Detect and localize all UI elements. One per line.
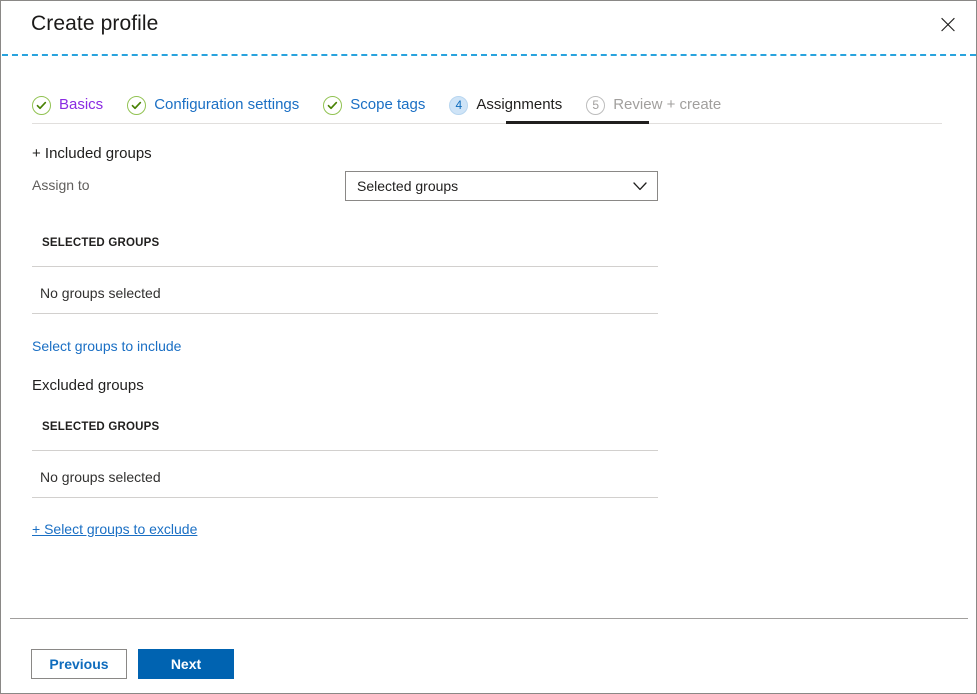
close-glyph <box>941 17 955 32</box>
chevron-down-icon <box>631 181 649 191</box>
check-glyph <box>36 101 47 109</box>
included-groups-column-header: SELECTED GROUPS <box>42 237 160 249</box>
tabs-baseline-rule <box>32 123 942 124</box>
step-number-badge: 4 <box>449 95 469 115</box>
assign-to-selected-value: Selected groups <box>357 178 459 194</box>
close-icon[interactable] <box>927 6 969 44</box>
included-groups-heading: + Included groups <box>32 145 152 162</box>
footer-divider <box>10 618 968 619</box>
included-table-bottom-rule <box>32 313 658 314</box>
check-circle-icon <box>127 95 147 115</box>
page-title: Create profile <box>31 12 159 35</box>
accent-dashed-divider <box>2 54 976 56</box>
tab-basics-label: Basics <box>59 96 104 113</box>
tab-configuration-settings[interactable]: Configuration settings <box>127 87 309 123</box>
included-table-top-rule <box>32 266 658 267</box>
excluded-groups-empty-text: No groups selected <box>40 469 161 485</box>
tab-review-create-label: Review + create <box>613 96 722 113</box>
select-groups-to-include-link[interactable]: Select groups to include <box>32 336 181 356</box>
excluded-table-bottom-rule <box>32 497 658 498</box>
tab-basics[interactable]: Basics <box>32 87 113 123</box>
tab-review-create[interactable]: 5 Review + create <box>586 87 731 123</box>
assign-to-dropdown[interactable]: Selected groups <box>345 171 658 201</box>
create-profile-dialog: Create profile Basics Configuration sett… <box>0 0 977 694</box>
tab-assignments[interactable]: 4 Assignments <box>449 87 572 123</box>
excluded-table-top-rule <box>32 450 658 451</box>
check-glyph <box>131 101 142 109</box>
excluded-groups-heading: Excluded groups <box>32 377 144 394</box>
check-circle-icon <box>32 95 51 115</box>
next-button[interactable]: Next <box>138 649 234 679</box>
chevron-glyph <box>633 181 647 190</box>
dialog-footer: Previous Next <box>31 649 234 679</box>
excluded-groups-column-header: SELECTED GROUPS <box>42 421 160 433</box>
step-number-badge: 5 <box>586 95 606 115</box>
check-glyph <box>327 101 338 109</box>
previous-button[interactable]: Previous <box>31 649 127 679</box>
tab-scope-tags[interactable]: Scope tags <box>323 87 435 123</box>
select-groups-to-exclude-link[interactable]: + Select groups to exclude <box>32 519 197 539</box>
dialog-titlebar: Create profile <box>1 1 976 51</box>
assign-to-label: Assign to <box>32 177 90 193</box>
tab-configuration-settings-label: Configuration settings <box>154 96 300 113</box>
active-tab-indicator <box>506 121 649 124</box>
check-circle-icon <box>323 95 343 115</box>
included-groups-empty-text: No groups selected <box>40 285 161 301</box>
tab-scope-tags-label: Scope tags <box>350 96 426 113</box>
tab-assignments-label: Assignments <box>476 96 563 113</box>
